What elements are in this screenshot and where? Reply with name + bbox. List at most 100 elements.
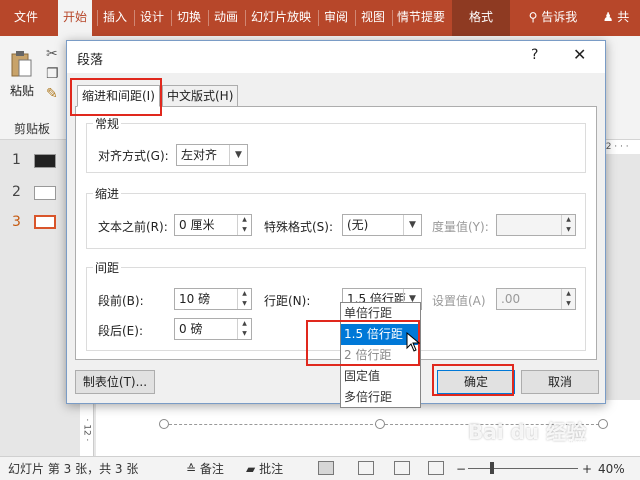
vertical-ruler: · 12 · bbox=[80, 400, 94, 456]
format-painter-icon[interactable]: ✎ bbox=[46, 86, 58, 102]
thumbnail-pane bbox=[0, 140, 66, 456]
comments-button[interactable]: ▰ 批注 bbox=[246, 460, 283, 478]
resize-handle[interactable] bbox=[375, 419, 385, 429]
tell-me-label: 告诉我 bbox=[541, 10, 578, 24]
option-exactly[interactable]: 固定值 bbox=[341, 366, 420, 387]
chevron-down-icon: ▼ bbox=[229, 145, 247, 165]
copy-icon[interactable]: ❐ bbox=[46, 66, 59, 82]
before-spacing-value: 10 磅 bbox=[179, 292, 211, 306]
option-multiple[interactable]: 多倍行距 bbox=[341, 387, 420, 408]
resize-handle[interactable] bbox=[159, 419, 169, 429]
tab-file[interactable]: 文件 bbox=[6, 0, 46, 36]
help-button[interactable]: ? bbox=[531, 47, 538, 63]
ruler-label: · 12 · bbox=[81, 418, 92, 442]
before-text-label: 文本之前(R): bbox=[98, 220, 168, 234]
spinner-arrows-icon[interactable]: ▲ ▼ bbox=[237, 319, 251, 339]
search-icon: ⚲ bbox=[528, 10, 538, 24]
close-button[interactable]: ✕ bbox=[573, 45, 586, 64]
person-icon: ♟ bbox=[602, 10, 614, 24]
alignment-value: 左对齐 bbox=[181, 148, 218, 162]
highlight-box bbox=[432, 364, 514, 396]
cancel-button[interactable]: 取消 bbox=[521, 370, 599, 394]
thumbnail-number: 3 bbox=[12, 214, 21, 230]
by-label: 度量值(Y): bbox=[432, 220, 489, 234]
by-input[interactable]: ▲ ▼ bbox=[496, 214, 576, 236]
spacing-group-title: 间距 bbox=[93, 259, 122, 276]
dialog-titlebar: 段落 ? ✕ bbox=[67, 41, 605, 73]
zoom-level[interactable]: 40% bbox=[598, 460, 625, 478]
tab-separator bbox=[208, 10, 209, 26]
line-spacing-label: 行距(N): bbox=[264, 294, 311, 308]
special-select[interactable]: (无) ▼ bbox=[342, 214, 422, 236]
tab-transitions[interactable]: 切换 bbox=[174, 0, 204, 36]
after-spacing-value: 0 磅 bbox=[179, 322, 203, 336]
after-spacing-label: 段后(E): bbox=[98, 324, 143, 338]
before-text-input[interactable]: 0 厘米 ▲ ▼ bbox=[174, 214, 252, 236]
tell-me-box[interactable]: ⚲ 告诉我 bbox=[522, 0, 584, 36]
normal-view-icon[interactable] bbox=[318, 461, 334, 475]
watermark-url: jingyan.baidu.com bbox=[568, 438, 640, 447]
tab-separator bbox=[318, 10, 319, 26]
dialog-title: 段落 bbox=[77, 53, 104, 68]
tab-design[interactable]: 设计 bbox=[137, 0, 167, 36]
resize-handle[interactable] bbox=[598, 419, 608, 429]
alignment-label: 对齐方式(G): bbox=[98, 149, 169, 163]
alignment-select[interactable]: 左对齐 ▼ bbox=[176, 144, 248, 166]
zoom-in-button[interactable]: + bbox=[582, 460, 592, 478]
tab-storyboard[interactable]: 情节提要 bbox=[395, 0, 447, 36]
tab-slideshow[interactable]: 幻灯片放映 bbox=[248, 0, 314, 36]
comments-label: 批注 bbox=[259, 462, 284, 476]
indentation-group-title: 缩进 bbox=[93, 185, 122, 202]
spinner-arrows-icon[interactable]: ▲ ▼ bbox=[237, 215, 251, 235]
thumbnail-number: 2 bbox=[12, 184, 21, 200]
zoom-slider-thumb[interactable] bbox=[490, 462, 494, 474]
notes-label: 备注 bbox=[199, 462, 224, 476]
mouse-pointer-icon bbox=[406, 332, 420, 352]
share-label: 共 bbox=[617, 10, 630, 24]
slide-thumbnail-2[interactable] bbox=[34, 186, 56, 200]
at-label: 设置值(A) bbox=[432, 294, 486, 308]
highlight-box bbox=[70, 78, 162, 116]
zoom-out-button[interactable]: − bbox=[456, 460, 466, 478]
zoom-slider-track[interactable] bbox=[468, 468, 578, 469]
paste-label[interactable]: 粘贴 bbox=[10, 82, 34, 99]
general-group-title: 常规 bbox=[93, 115, 122, 132]
reading-view-icon[interactable] bbox=[394, 461, 410, 475]
slide-thumbnail-3[interactable] bbox=[34, 215, 56, 229]
tab-separator bbox=[134, 10, 135, 26]
thumbnail-number: 1 bbox=[12, 152, 21, 168]
special-label: 特殊格式(S): bbox=[264, 220, 334, 234]
paste-icon[interactable] bbox=[10, 50, 32, 78]
status-bar: 幻灯片 第 3 张，共 3 张 ≙ 备注 ▰ 批注 − + 40% bbox=[0, 456, 640, 480]
spinner-arrows-icon[interactable]: ▲ ▼ bbox=[237, 289, 251, 309]
tab-asian-typography[interactable]: 中文版式(H) bbox=[162, 85, 239, 107]
slide-info: 幻灯片 第 3 张，共 3 张 bbox=[8, 462, 139, 476]
comment-icon: ▰ bbox=[246, 462, 256, 476]
spinner-arrows-icon[interactable]: ▲ ▼ bbox=[561, 289, 575, 309]
spinner-arrows-icon[interactable]: ▲ ▼ bbox=[561, 215, 575, 235]
slideshow-view-icon[interactable] bbox=[428, 461, 444, 475]
clipboard-group-label: 剪贴板 bbox=[14, 122, 51, 136]
scissors-icon[interactable]: ✂ bbox=[46, 46, 58, 62]
at-value: .00 bbox=[501, 292, 521, 306]
tab-separator bbox=[171, 10, 172, 26]
special-value: (无) bbox=[347, 218, 369, 232]
tab-separator bbox=[245, 10, 246, 26]
slide-sorter-icon[interactable] bbox=[358, 461, 374, 475]
tab-home[interactable]: 开始 bbox=[58, 0, 92, 36]
highlight-box bbox=[306, 320, 420, 366]
tab-separator bbox=[355, 10, 356, 26]
before-spacing-input[interactable]: 10 磅 ▲ ▼ bbox=[174, 288, 252, 310]
tab-insert[interactable]: 插入 bbox=[100, 0, 130, 36]
share-button[interactable]: ♟ 共 bbox=[596, 0, 636, 36]
tab-format[interactable]: 格式 bbox=[452, 0, 510, 36]
after-spacing-input[interactable]: 0 磅 ▲ ▼ bbox=[174, 318, 252, 340]
tab-view[interactable]: 视图 bbox=[358, 0, 388, 36]
tabs-button[interactable]: 制表位(T)... bbox=[75, 370, 155, 394]
notes-button[interactable]: ≙ 备注 bbox=[186, 460, 224, 478]
tab-review[interactable]: 审阅 bbox=[321, 0, 351, 36]
tab-animations[interactable]: 动画 bbox=[211, 0, 241, 36]
at-input[interactable]: .00 ▲ ▼ bbox=[496, 288, 576, 310]
slide-thumbnail-1[interactable] bbox=[34, 154, 56, 168]
notes-icon: ≙ bbox=[186, 462, 197, 476]
